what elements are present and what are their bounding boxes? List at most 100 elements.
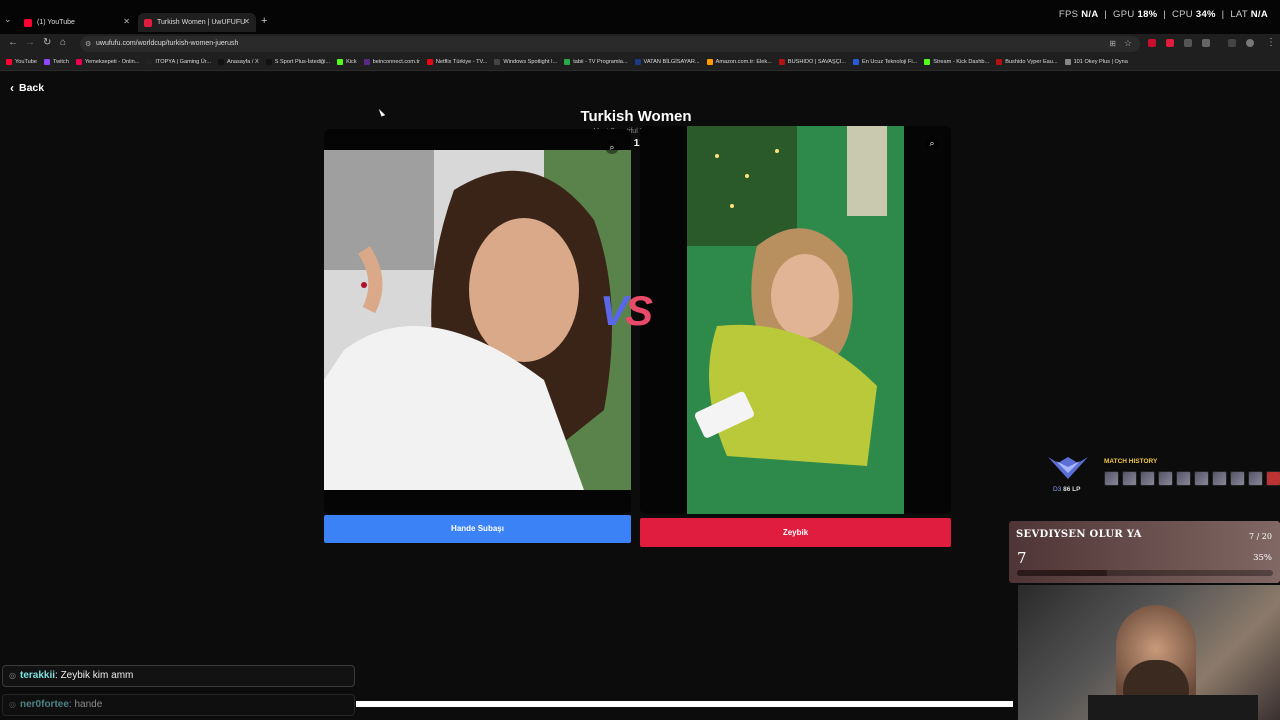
bookmark-label: ITOPYA | Gaming Ür... xyxy=(155,59,212,65)
profile-avatar[interactable] xyxy=(1246,39,1254,47)
tab-title: Turkish Women | UwUFUFU xyxy=(157,19,246,26)
fps-label: FPS xyxy=(1058,9,1079,20)
bookmark-favicon-icon xyxy=(146,59,153,65)
song-title: SEVDIYSEN OLUR YA xyxy=(1016,529,1142,540)
bookmark-item[interactable]: Anasayfa / X xyxy=(218,59,259,65)
bookmark-item[interactable]: Windows Spotlight I... xyxy=(494,59,557,65)
champion-icon xyxy=(1194,471,1209,486)
bookmark-item[interactable]: BUSHIDO | SAVAŞÇI... xyxy=(778,59,846,65)
bookmark-item[interactable]: Stream - Kick Dashb... xyxy=(924,59,989,65)
extension-icon[interactable] xyxy=(1148,39,1156,47)
close-icon[interactable]: ✕ xyxy=(243,17,250,26)
candidate-card-left[interactable]: ⌕ xyxy=(324,129,631,514)
site-info-icon[interactable]: ⚙ xyxy=(85,40,91,48)
pick-right-button[interactable]: Zeybik xyxy=(640,518,951,547)
gpu-label: GPU xyxy=(1113,9,1135,20)
bookmark-item[interactable]: YouTube xyxy=(6,59,37,65)
candidate-photo-art xyxy=(324,150,631,490)
bookmark-item[interactable]: Bushido Vyper Eau... xyxy=(996,59,1058,65)
bookmark-label: BUSHIDO | SAVAŞÇI... xyxy=(787,59,846,65)
youtube-icon xyxy=(24,18,32,27)
new-tab-icon[interactable]: + xyxy=(261,15,267,27)
bookmark-favicon-icon xyxy=(564,59,571,65)
extension-icon[interactable] xyxy=(1166,39,1174,47)
chat-text: : Zeybik kim amm xyxy=(55,670,134,681)
champion-icon xyxy=(1158,471,1173,486)
mouse-cursor-icon xyxy=(378,107,386,117)
chat-message: ◎ ner0fortee: hande xyxy=(2,694,355,716)
bookmark-label: Anasayfa / X xyxy=(227,59,259,65)
webcam-shirt xyxy=(1088,695,1258,720)
close-icon[interactable]: ✕ xyxy=(123,17,130,26)
home-icon[interactable]: ⌂ xyxy=(60,37,66,48)
bookmark-favicon-icon xyxy=(75,59,82,65)
champion-icon xyxy=(1230,471,1245,486)
page-title: Turkish Women xyxy=(580,108,692,125)
menu-kebab-icon[interactable]: ⋮ xyxy=(1266,37,1276,48)
tab-youtube[interactable]: (1) YouTube ✕ xyxy=(18,13,136,32)
song-progress-bar xyxy=(1017,570,1273,576)
champion-icon xyxy=(1176,471,1191,486)
song-progress-widget: SEVDIYSEN OLUR YA 7 / 20 7 35% xyxy=(1009,521,1280,583)
bookmark-item[interactable]: tabii - TV Programla... xyxy=(564,59,628,65)
sidebar-icon[interactable] xyxy=(1228,39,1236,47)
bookmark-item[interactable]: Netflix Türkiye - TV... xyxy=(426,59,487,65)
bookmark-item[interactable]: En Ucuz Teknoloji Fi... xyxy=(853,59,917,65)
tab-uwufufu[interactable]: Turkish Women | UwUFUFU ✕ xyxy=(138,13,256,32)
bookmark-label: En Ucuz Teknoloji Fi... xyxy=(862,59,918,65)
bookmark-label: YouTube xyxy=(15,59,37,65)
bookmark-label: VATAN BİLGİSAYAR... xyxy=(643,59,700,65)
rank-label: D3 86 LP xyxy=(1053,486,1080,493)
rank-tier: D3 xyxy=(1053,486,1062,493)
bookmark-star-icon[interactable]: ☆ xyxy=(1124,38,1132,49)
bookmark-item[interactable]: Yemeksepeti - Onlin... xyxy=(75,59,139,65)
bookmark-label: Windows Spotlight I... xyxy=(503,59,558,65)
bookmark-item[interactable]: ITOPYA | Gaming Ür... xyxy=(146,59,211,65)
versus-v: V xyxy=(600,287,628,334)
chat-badge-icon: ◎ xyxy=(9,671,16,680)
tab-search-icon[interactable]: ⌄ xyxy=(4,14,12,25)
bookmark-favicon-icon xyxy=(706,59,713,65)
champion-icon xyxy=(1248,471,1263,486)
chat-username: ner0fortee xyxy=(19,699,69,710)
extensions-puzzle-icon[interactable] xyxy=(1202,39,1210,47)
bookmark-item[interactable]: VATAN BİLGİSAYAR... xyxy=(634,59,700,65)
bookmark-favicon-icon xyxy=(996,59,1003,65)
champion-icon xyxy=(1140,471,1155,486)
bookmark-item[interactable]: Twitch xyxy=(43,59,69,65)
bookmarks-bar: YouTube Twitch Yemeksepeti - Onlin... ITOPY… xyxy=(0,54,1280,71)
match-history-title: MATCH HISTORY xyxy=(1104,458,1158,465)
bookmark-favicon-icon xyxy=(494,59,501,65)
bookmark-item[interactable]: Kick xyxy=(337,59,357,65)
performance-overlay: FPS N/A | GPU 18% | CPU 34% | LAT N/A xyxy=(1058,9,1268,20)
back-arrow-icon[interactable]: ← xyxy=(8,37,18,48)
chat-username: terakkii xyxy=(19,670,56,681)
bookmark-favicon-icon xyxy=(778,59,785,65)
bookmark-item[interactable]: Amazon.com.tr: Elek... xyxy=(706,59,772,65)
address-bar-row: ← → ↻ ⌂ ⚙ uwufufu.com/worldcup/turkish-w… xyxy=(0,34,1280,54)
song-level: 7 xyxy=(1017,549,1027,567)
chat-message: ◎ terakkii: Zeybik kim amm xyxy=(2,665,355,687)
champion-icon xyxy=(1212,471,1227,486)
bookmark-favicon-icon xyxy=(1064,59,1071,65)
bookmark-label: Bushido Vyper Eau... xyxy=(1005,59,1058,65)
back-button[interactable]: ‹ Back xyxy=(10,81,44,95)
bookmark-item[interactable]: 101 Okey Plus | Oyna xyxy=(1064,59,1128,65)
forward-arrow-icon[interactable]: → xyxy=(25,37,35,48)
candidate-photo-right[interactable] xyxy=(687,126,904,514)
reload-icon[interactable]: ↻ xyxy=(43,37,51,48)
candidate-card-right[interactable]: ⌕ xyxy=(640,126,951,514)
bookmark-item[interactable]: beinconnect.com.tr xyxy=(363,59,420,65)
translate-icon[interactable]: ⊞ xyxy=(1109,39,1116,48)
url-input[interactable]: ⚙ uwufufu.com/worldcup/turkish-women-jue… xyxy=(80,36,1140,52)
zoom-icon[interactable]: ⌕ xyxy=(925,136,939,150)
candidate-photo-left[interactable] xyxy=(324,150,631,490)
back-label: Back xyxy=(19,82,45,94)
bookmark-label: Kick xyxy=(346,59,357,65)
zoom-icon[interactable]: ⌕ xyxy=(605,140,619,154)
pick-left-button[interactable]: Hande Subaşı xyxy=(324,515,631,543)
bookmark-item[interactable]: S Sport Plus-İstediği... xyxy=(265,59,330,65)
cpu-label: CPU xyxy=(1171,9,1193,20)
extension-icon[interactable] xyxy=(1184,39,1192,47)
rank-lp: 86 LP xyxy=(1063,486,1081,493)
